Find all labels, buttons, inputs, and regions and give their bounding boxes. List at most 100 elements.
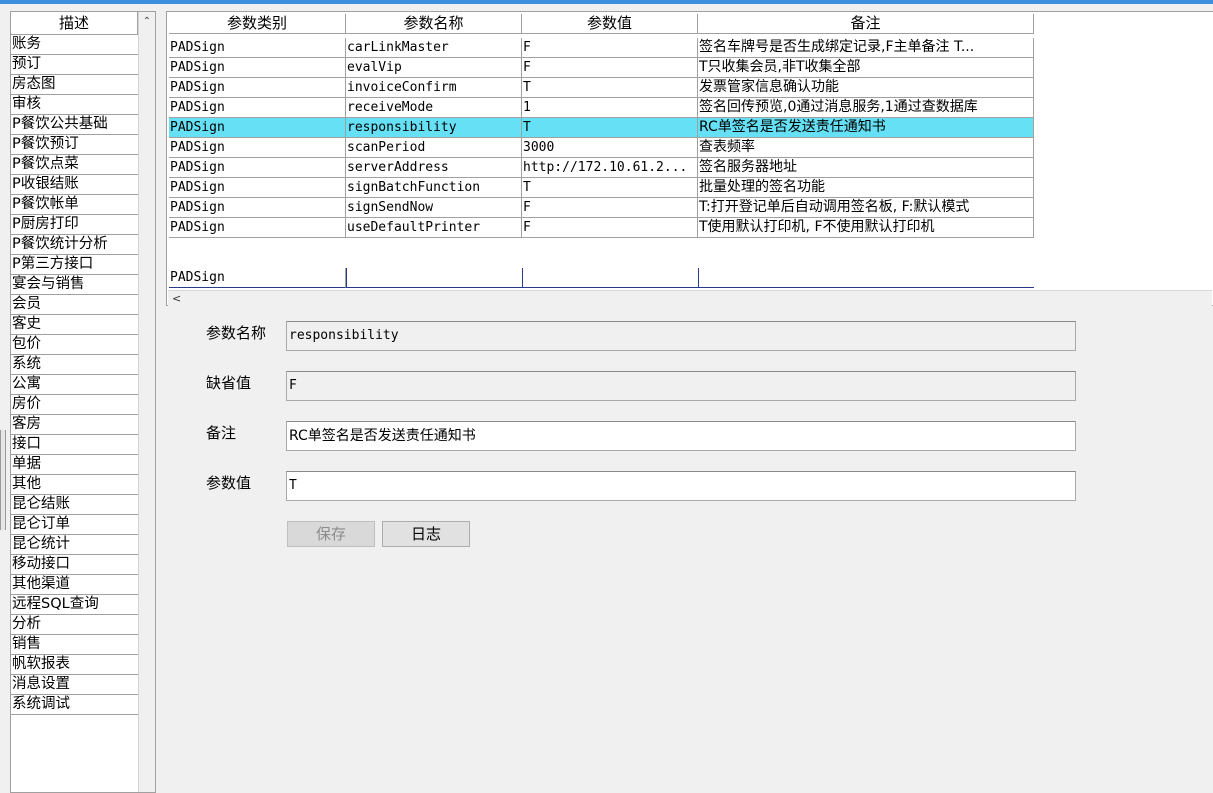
save-button[interactable]: 保存 (287, 521, 375, 547)
value-cell[interactable]: T (522, 118, 698, 138)
category-item[interactable]: 审核 (11, 95, 138, 115)
splitter-handle[interactable] (0, 430, 6, 530)
name-cell[interactable]: evalVip (346, 58, 522, 78)
value-cell[interactable]: F (522, 58, 698, 78)
note-field[interactable]: RC单签名是否发送责任通知书 (286, 421, 1076, 451)
category-item[interactable]: 账务 (11, 35, 138, 55)
category-cell[interactable]: PADSign (169, 178, 346, 198)
name-cell[interactable]: invoiceConfirm (346, 78, 522, 98)
category-item[interactable]: P厨房打印 (11, 215, 138, 235)
category-item[interactable]: 接口 (11, 435, 138, 455)
category-cell[interactable]: PADSign (169, 268, 346, 288)
category-cell[interactable]: PADSign (169, 138, 346, 158)
value-cell[interactable]: 1 (522, 98, 698, 118)
table-row[interactable]: PADSign scanPeriod 3000 查表频率 (169, 138, 1034, 158)
value-cell[interactable]: T (522, 178, 698, 198)
category-item[interactable]: 帆软报表 (11, 655, 138, 675)
category-item[interactable]: 预订 (11, 55, 138, 75)
value-cell[interactable]: F (522, 38, 698, 58)
log-button[interactable]: 日志 (382, 521, 470, 547)
category-cell[interactable]: PADSign (169, 38, 346, 58)
table-row[interactable]: PADSign responsibility T RC单签名是否发送责任通知书 (169, 118, 1034, 138)
param-name-field[interactable]: responsibility (286, 321, 1076, 351)
table-row[interactable]: PADSign useDefaultPrinter F T使用默认打印机, F不使用默… (169, 218, 1034, 238)
category-item[interactable]: 包价 (11, 335, 138, 355)
category-item[interactable]: 昆仑统计 (11, 535, 138, 555)
column-header-category[interactable]: 参数类别 (169, 14, 346, 34)
note-cell[interactable]: T只收集会员,非T收集全部 (698, 58, 1034, 78)
category-item[interactable]: 公寓 (11, 375, 138, 395)
category-cell[interactable]: PADSign (169, 118, 346, 138)
category-item[interactable]: 昆仑结账 (11, 495, 138, 515)
table-row[interactable]: PADSign serverAddress http://172.10.61.2..… (169, 158, 1034, 178)
note-cell[interactable]: 批量处理的签名功能 (698, 178, 1034, 198)
category-item[interactable]: 分析 (11, 615, 138, 635)
note-cell[interactable]: T使用默认打印机, F不使用默认打印机 (698, 218, 1034, 238)
table-row[interactable]: PADSign signBatchFunction T 批量处理的签名功能 (169, 178, 1034, 198)
category-item[interactable]: 单据 (11, 455, 138, 475)
category-item[interactable]: 会员 (11, 295, 138, 315)
category-cell[interactable]: PADSign (169, 218, 346, 238)
category-cell[interactable]: PADSign (169, 58, 346, 78)
name-cell[interactable]: serverAddress (346, 158, 522, 178)
chevron-up-icon[interactable]: ⌃ (140, 13, 154, 31)
name-cell[interactable]: useDefaultPrinter (346, 218, 522, 238)
name-cell[interactable]: carLinkMaster (346, 38, 522, 58)
category-cell[interactable]: PADSign (169, 78, 346, 98)
category-item[interactable]: 昆仑订单 (11, 515, 138, 535)
note-cell[interactable]: 签名服务器地址 (698, 158, 1034, 178)
value-cell[interactable] (522, 268, 698, 288)
note-cell[interactable]: T:打开登记单后自动调用签名板, F:默认模式 (698, 198, 1034, 218)
category-item[interactable]: P餐饮帐单 (11, 195, 138, 215)
param-value-field[interactable]: T (286, 471, 1076, 501)
table-row[interactable]: PADSign receiveMode 1 签名回传预览,0通过消息服务,1通过查数据… (169, 98, 1034, 118)
table-row[interactable]: PADSign evalVip F T只收集会员,非T收集全部 (169, 58, 1034, 78)
note-cell[interactable]: 签名车牌号是否生成绑定记录,F主单备注 T... (698, 38, 1034, 58)
name-cell[interactable]: scanPeriod (346, 138, 522, 158)
note-cell[interactable] (698, 268, 1034, 288)
category-item[interactable]: 系统 (11, 355, 138, 375)
grid-horizontal-scrollbar[interactable]: < (168, 290, 1212, 306)
chevron-left-icon[interactable]: < (172, 291, 181, 306)
note-cell[interactable]: 查表频率 (698, 138, 1034, 158)
name-cell[interactable]: receiveMode (346, 98, 522, 118)
value-cell[interactable]: http://172.10.61.2... (522, 158, 698, 178)
category-item[interactable]: 销售 (11, 635, 138, 655)
category-item[interactable]: P餐饮统计分析 (11, 235, 138, 255)
name-cell[interactable]: signSendNow (346, 198, 522, 218)
category-item[interactable]: 其他渠道 (11, 575, 138, 595)
default-value-field[interactable]: F (286, 371, 1076, 401)
value-cell[interactable]: 3000 (522, 138, 698, 158)
value-cell[interactable]: F (522, 218, 698, 238)
category-item[interactable]: 宴会与销售 (11, 275, 138, 295)
table-row[interactable]: PADSign carLinkMaster F 签名车牌号是否生成绑定记录,F主单备注… (169, 38, 1034, 58)
category-item[interactable]: P收银结账 (11, 175, 138, 195)
category-item[interactable]: P第三方接口 (11, 255, 138, 275)
category-scrollbar[interactable]: ⌃ (138, 12, 155, 792)
note-cell[interactable]: RC单签名是否发送责任通知书 (698, 118, 1034, 138)
new-record-row[interactable]: PADSign (169, 268, 1034, 288)
category-item[interactable]: P餐饮点菜 (11, 155, 138, 175)
category-item[interactable]: 客史 (11, 315, 138, 335)
note-cell[interactable]: 签名回传预览,0通过消息服务,1通过查数据库 (698, 98, 1034, 118)
name-cell[interactable] (346, 268, 522, 288)
category-item[interactable]: P餐饮公共基础 (11, 115, 138, 135)
category-item[interactable]: 系统调试 (11, 695, 138, 715)
category-cell[interactable]: PADSign (169, 198, 346, 218)
category-item[interactable]: 移动接口 (11, 555, 138, 575)
category-item[interactable]: P餐饮预订 (11, 135, 138, 155)
table-row[interactable]: PADSign invoiceConfirm T 发票管家信息确认功能 (169, 78, 1034, 98)
category-item[interactable]: 其他 (11, 475, 138, 495)
value-cell[interactable]: T (522, 78, 698, 98)
category-item[interactable]: 消息设置 (11, 675, 138, 695)
category-header[interactable]: 描述 (11, 12, 138, 35)
category-item[interactable]: 房价 (11, 395, 138, 415)
category-cell[interactable]: PADSign (169, 98, 346, 118)
table-row[interactable]: PADSign signSendNow F T:打开登记单后自动调用签名板, F:默认… (169, 198, 1034, 218)
category-item[interactable]: 客房 (11, 415, 138, 435)
category-item[interactable]: 房态图 (11, 75, 138, 95)
note-cell[interactable]: 发票管家信息确认功能 (698, 78, 1034, 98)
category-cell[interactable]: PADSign (169, 158, 346, 178)
name-cell[interactable]: responsibility (346, 118, 522, 138)
column-header-value[interactable]: 参数值 (522, 14, 698, 34)
